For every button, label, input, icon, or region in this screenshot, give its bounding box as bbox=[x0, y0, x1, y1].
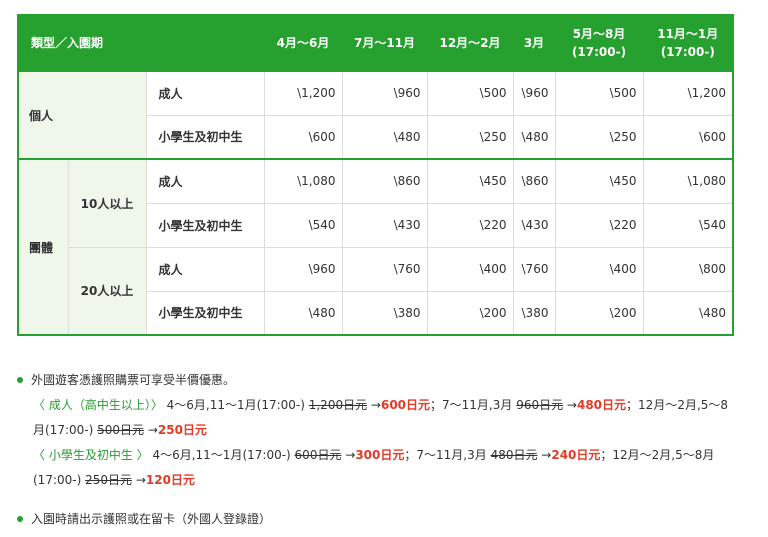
price-cell: \1,200 bbox=[263, 70, 343, 116]
price-cell: \540 bbox=[642, 202, 734, 248]
header-row: 類型／入園期 4月〜6月 7月〜11月 12月〜2月 3月 5月〜8月 (17:0… bbox=[17, 14, 734, 72]
price-table: 類型／入園期 4月〜6月 7月〜11月 12月〜2月 3月 5月〜8月 (17:0… bbox=[17, 14, 735, 336]
price-cell: \250 bbox=[426, 114, 514, 160]
price-cell: \200 bbox=[554, 290, 644, 336]
price-cell: \200 bbox=[426, 290, 514, 336]
arrow-icon: → bbox=[367, 398, 381, 412]
row-kind: 成人 bbox=[145, 70, 265, 116]
group-label: 團體 bbox=[17, 158, 69, 336]
subgroup-label-20: 20人以上 bbox=[67, 246, 147, 336]
table-row: 個人 成人 \1,200 \960 \500 \960 \500 \1,200 bbox=[17, 70, 734, 160]
new-price: 240日元 bbox=[551, 448, 601, 462]
table-row: 20人以上 成人 \960 \760 \400 \760 \400 \800 bbox=[18, 246, 734, 336]
price-cell: \1,080 bbox=[642, 158, 734, 204]
new-price: 600日元 bbox=[380, 398, 431, 412]
price-cell: \400 bbox=[426, 246, 514, 292]
note-show-passport: 入園時請出示護照或在留卡（外國人登錄證） bbox=[17, 507, 733, 532]
header-col-5: 5月〜8月 (17:00-) bbox=[554, 14, 644, 72]
header-col-6: 11月〜1月 (17:00-) bbox=[642, 14, 734, 72]
arrow-icon: → bbox=[563, 398, 577, 412]
price-cell: \600 bbox=[642, 114, 734, 160]
note-passport-discount: 外國遊客憑護照購票可享受半價優惠。 bbox=[17, 368, 733, 393]
new-price: 480日元 bbox=[576, 398, 627, 412]
row-kind: 小學生及初中生 bbox=[145, 290, 265, 336]
note-child-prices: 〈 小學生及初中生 〉 4〜6月,11〜1月(17:00-) 600日元 →30… bbox=[33, 448, 715, 487]
price-cell: \220 bbox=[554, 202, 644, 248]
child-label: 〈 小學生及初中生 〉 bbox=[33, 448, 149, 462]
price-cell: \480 bbox=[263, 290, 343, 336]
old-price: 480日元 bbox=[490, 448, 538, 462]
note-adult-prices: 〈 成人（高中生以上）〉 4〜6月,11〜1月(17:00-) 1,200日元 … bbox=[33, 398, 729, 437]
price-cell: \430 bbox=[341, 202, 428, 248]
price-cell: \960 bbox=[341, 70, 428, 116]
arrow-icon: → bbox=[144, 423, 158, 437]
price-cell: \380 bbox=[512, 290, 556, 336]
price-cell: \250 bbox=[554, 114, 644, 160]
price-cell: \860 bbox=[512, 158, 556, 204]
bullet-icon bbox=[17, 515, 23, 522]
arrow-icon: → bbox=[132, 473, 146, 487]
price-cell: \960 bbox=[263, 246, 343, 292]
old-price: 1,200日元 bbox=[308, 398, 368, 412]
price-cell: \500 bbox=[426, 70, 514, 116]
price-cell: \1,200 bbox=[642, 70, 734, 116]
adult-label: 〈 成人（高中生以上）〉 bbox=[33, 398, 163, 412]
new-price: 120日元 bbox=[145, 473, 195, 487]
price-cell: \760 bbox=[512, 246, 556, 292]
old-price: 250日元 bbox=[85, 473, 132, 487]
new-price: 300日元 bbox=[355, 448, 405, 462]
header-col-3: 12月〜2月 bbox=[426, 14, 514, 72]
notes-section: 外國遊客憑護照購票可享受半價優惠。 〈 成人（高中生以上）〉 4〜6月,11〜1… bbox=[17, 368, 733, 532]
price-cell: \400 bbox=[554, 246, 644, 292]
old-price: 960日元 bbox=[516, 398, 564, 412]
price-cell: \540 bbox=[263, 202, 343, 248]
row-kind: 小學生及初中生 bbox=[145, 114, 265, 160]
price-cell: \480 bbox=[341, 114, 428, 160]
price-cell: \1,080 bbox=[263, 158, 343, 204]
row-kind: 小學生及初中生 bbox=[145, 202, 265, 248]
price-cell: \600 bbox=[263, 114, 343, 160]
price-cell: \380 bbox=[341, 290, 428, 336]
individual-label: 個人 bbox=[17, 70, 147, 160]
price-cell: \450 bbox=[426, 158, 514, 204]
header-col-2: 7月〜11月 bbox=[341, 14, 428, 72]
price-cell: \480 bbox=[512, 114, 556, 160]
price-cell: \760 bbox=[341, 246, 428, 292]
arrow-icon: → bbox=[341, 448, 356, 462]
arrow-icon: → bbox=[537, 448, 552, 462]
price-cell: \220 bbox=[426, 202, 514, 248]
old-price: 600日元 bbox=[294, 448, 342, 462]
price-cell: \960 bbox=[512, 70, 556, 116]
price-cell: \480 bbox=[642, 290, 734, 336]
price-cell: \500 bbox=[554, 70, 644, 116]
old-price: 500日元 bbox=[97, 423, 144, 437]
header-col-4: 3月 bbox=[512, 14, 556, 72]
header-type: 類型／入園期 bbox=[17, 14, 265, 72]
row-kind: 成人 bbox=[145, 246, 265, 292]
price-cell: \450 bbox=[554, 158, 644, 204]
price-cell: \800 bbox=[642, 246, 734, 292]
new-price: 250日元 bbox=[157, 423, 207, 437]
table-row: 團體 10人以上 成人 \1,080 \860 \450 \860 \450 \… bbox=[17, 158, 734, 336]
price-cell: \860 bbox=[341, 158, 428, 204]
row-kind: 成人 bbox=[145, 158, 265, 204]
header-col-1: 4月〜6月 bbox=[263, 14, 343, 72]
bullet-icon bbox=[17, 376, 23, 383]
subgroup-label-10: 10人以上 bbox=[67, 158, 147, 248]
price-cell: \430 bbox=[512, 202, 556, 248]
